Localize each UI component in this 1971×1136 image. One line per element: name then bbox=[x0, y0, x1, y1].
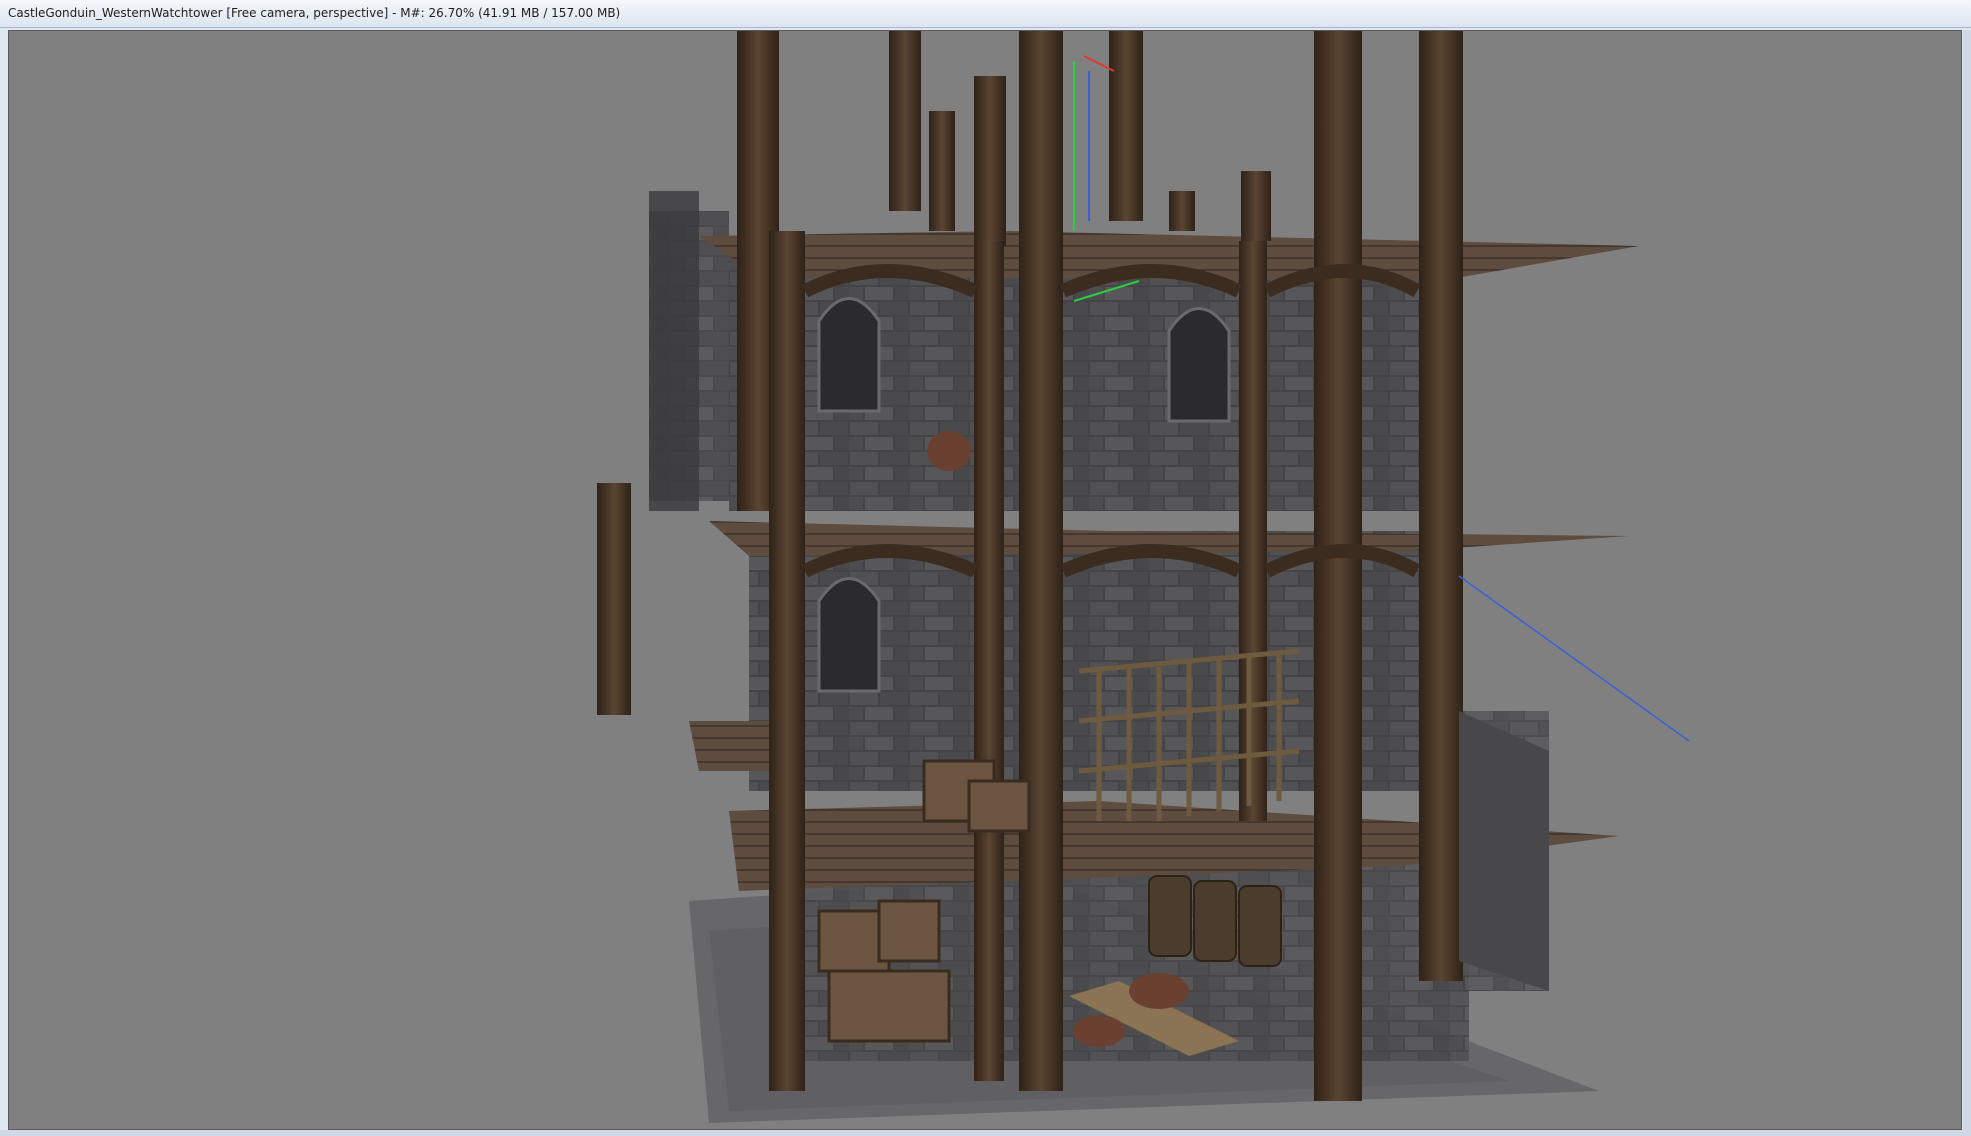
window-bottom-edge bbox=[0, 1130, 1971, 1136]
window-right-edge bbox=[1963, 30, 1971, 1130]
3d-viewport[interactable] bbox=[8, 30, 1962, 1130]
window-title: CastleGonduin_WesternWatchtower [Free ca… bbox=[8, 6, 621, 20]
scene-render bbox=[597, 31, 1690, 1123]
window-titlebar[interactable]: CastleGonduin_WesternWatchtower [Free ca… bbox=[0, 0, 1971, 28]
barrels bbox=[1148, 875, 1282, 967]
floating-post bbox=[597, 483, 631, 715]
